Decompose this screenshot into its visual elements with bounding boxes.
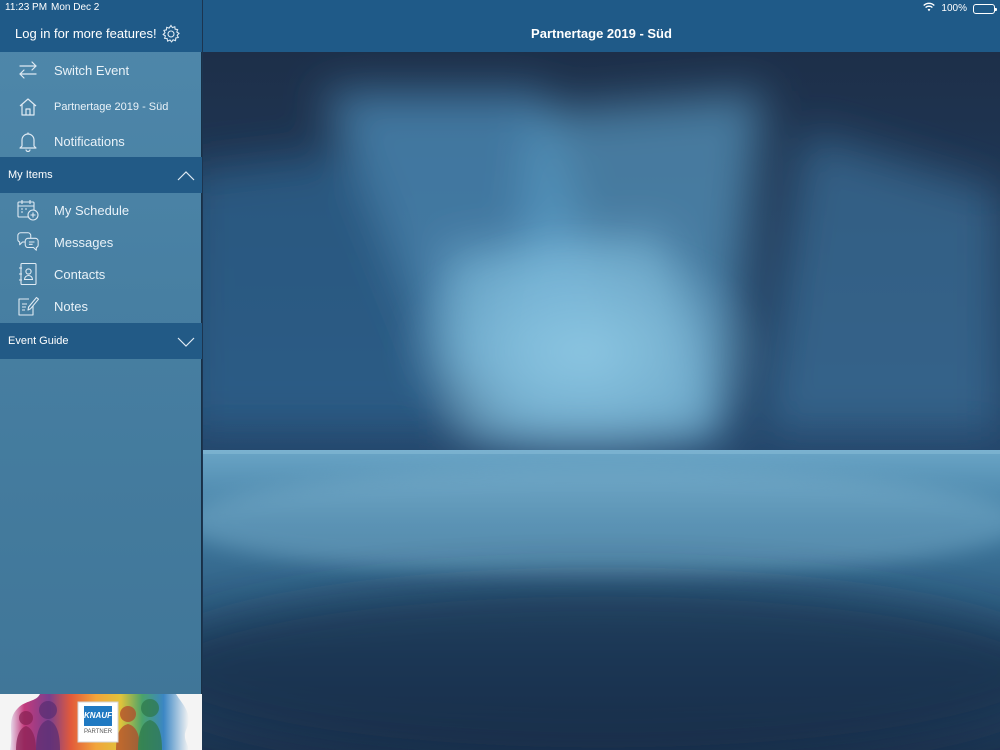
sidebar-item-label: Notifications bbox=[54, 133, 125, 149]
sidebar-item-contacts[interactable]: Contacts bbox=[0, 258, 202, 290]
section-label: My Items bbox=[8, 169, 53, 181]
sidebar-item-label: My Schedule bbox=[54, 202, 130, 218]
sidebar-header: Log in for more features! bbox=[0, 0, 202, 52]
chevron-up-icon bbox=[177, 169, 195, 181]
sidebar-item-label: Switch Event bbox=[54, 62, 130, 78]
bell-icon bbox=[16, 129, 40, 153]
login-link[interactable]: Log in for more features! bbox=[15, 26, 157, 41]
sidebar-item-my-schedule[interactable]: My Schedule bbox=[0, 194, 202, 226]
sidebar-item-label: Messages bbox=[54, 234, 114, 250]
stage-artwork bbox=[203, 52, 1000, 750]
stage-background-image bbox=[203, 52, 1000, 750]
sidebar-item-switch-event[interactable]: Switch Event bbox=[0, 54, 202, 86]
gear-icon[interactable] bbox=[161, 24, 181, 44]
chevron-down-icon bbox=[177, 335, 195, 347]
section-event-guide[interactable]: Event Guide bbox=[0, 323, 202, 359]
section-my-items[interactable]: My Items bbox=[0, 157, 202, 193]
sidebar-item-notes[interactable]: Notes bbox=[0, 290, 202, 322]
home-icon bbox=[16, 95, 40, 119]
sidebar-item-label: Contacts bbox=[54, 266, 106, 282]
main-header: Partnertage 2019 - Süd bbox=[203, 0, 1000, 52]
banner-sub-text: PARTNER bbox=[83, 729, 113, 735]
banner-artwork bbox=[0, 694, 202, 750]
sidebar-item-messages[interactable]: Messages bbox=[0, 226, 202, 258]
note-pencil-icon bbox=[16, 294, 40, 318]
swap-arrows-icon bbox=[16, 58, 40, 82]
sidebar-item-label: Notes bbox=[54, 298, 88, 314]
sidebar-item-label: Partnertage 2019 - Süd bbox=[54, 101, 169, 113]
chat-bubbles-icon bbox=[16, 230, 40, 254]
section-label: Event Guide bbox=[8, 335, 69, 347]
sidebar: Log in for more features! Switch Event P… bbox=[0, 0, 202, 750]
sidebar-item-event-home[interactable]: Partnertage 2019 - Süd bbox=[0, 91, 202, 123]
calendar-add-icon bbox=[16, 198, 40, 222]
sidebar-item-notifications[interactable]: Notifications bbox=[0, 125, 202, 157]
app-window: 11:23 PM Mon Dec 2 100% Log in for more … bbox=[0, 0, 1000, 750]
partner-banner[interactable]: KNAUF PARTNER bbox=[0, 694, 202, 750]
banner-logo-text: KNAUF bbox=[84, 711, 112, 720]
page-title: Partnertage 2019 - Süd bbox=[531, 26, 672, 41]
contact-book-icon bbox=[16, 262, 40, 286]
